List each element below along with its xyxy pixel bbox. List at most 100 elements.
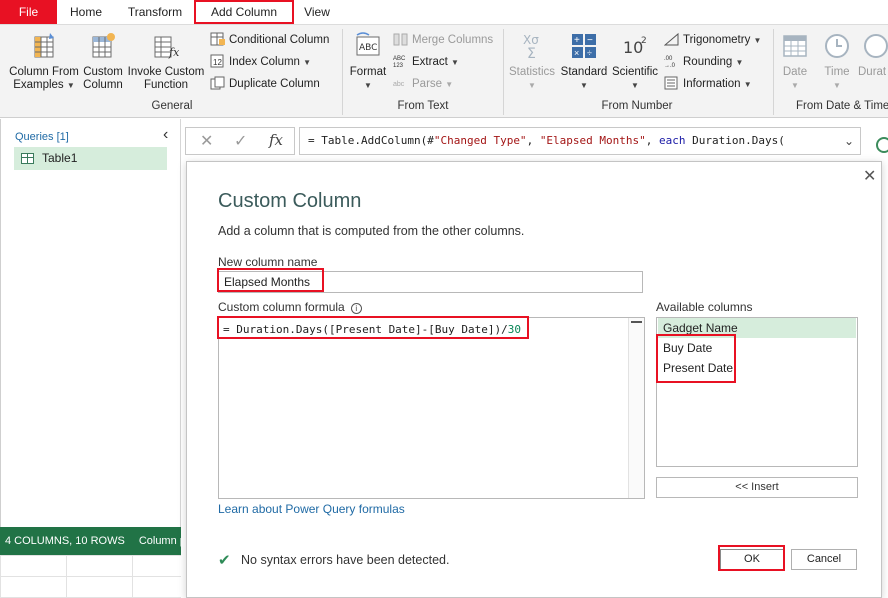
insert-button[interactable]: << Insert xyxy=(656,477,858,498)
custom-column-label-2: Column xyxy=(83,79,123,91)
list-item[interactable]: Buy Date xyxy=(658,338,856,358)
cancel-button[interactable]: Cancel xyxy=(791,549,857,570)
dialog-title: Custom Column xyxy=(218,190,362,212)
list-item[interactable]: Gadget Name xyxy=(658,318,856,338)
tab-home[interactable]: Home xyxy=(62,0,110,24)
statistics-icon: Xσ Σ xyxy=(523,33,539,62)
index-column-button[interactable]: 12 Index Column ▼ xyxy=(210,53,311,71)
close-icon[interactable]: ✕ xyxy=(863,166,876,186)
svg-text:→.0: →.0 xyxy=(664,63,676,68)
scientific-button[interactable]: 10 2 Scientific ▼ xyxy=(610,31,660,92)
formula-input[interactable]: = Table.AddColumn(#"Changed Type", "Elap… xyxy=(299,127,861,155)
cancel-formula-icon[interactable]: ✕ xyxy=(200,131,213,151)
column-from-examples-label-2: Examples ▼ xyxy=(13,79,75,91)
format-label: Format xyxy=(349,66,387,78)
new-column-name-input[interactable]: Elapsed Months xyxy=(218,271,643,293)
statistics-caret: ▼ xyxy=(528,81,536,90)
conditional-column-button[interactable]: Conditional Column xyxy=(210,31,329,49)
column-from-examples-icon xyxy=(34,33,54,58)
trigonometry-button[interactable]: Trigonometry ▼ xyxy=(664,31,761,49)
confirm-formula-icon[interactable]: ✓ xyxy=(234,131,247,151)
standard-operations-icon: + − × ÷ xyxy=(572,34,596,58)
statistics-label: Statistics xyxy=(508,66,555,78)
fx-icon[interactable]: fx xyxy=(269,131,283,149)
index-column-icon: 12 xyxy=(210,54,224,68)
date-button[interactable]: Date ▼ xyxy=(776,31,814,92)
status-summary: 4 COLUMNS, 10 ROWS xyxy=(5,535,125,547)
worksheet-grid xyxy=(0,555,181,598)
svg-text:−: − xyxy=(587,35,593,46)
standard-label: Standard xyxy=(560,66,608,78)
query-item-table1[interactable]: Table1 xyxy=(14,147,167,170)
formula-string-1: "Changed Type" xyxy=(433,134,527,147)
merge-columns-icon xyxy=(393,33,408,46)
format-button[interactable]: ABC Format ▼ xyxy=(347,31,389,92)
extract-icon: ABC123 xyxy=(393,56,406,68)
editor-scrollbar[interactable] xyxy=(628,318,644,498)
information-label: Information xyxy=(683,78,741,90)
settings-circle-icon[interactable] xyxy=(876,137,888,153)
ok-button[interactable]: OK xyxy=(720,549,784,570)
expand-formula-chevron-icon[interactable]: ⌄ xyxy=(844,128,854,154)
date-label: Date xyxy=(782,66,808,78)
queries-pane: Queries [1] ‹ Table1 xyxy=(0,119,181,527)
svg-text:abc: abc xyxy=(393,81,405,88)
statistics-button[interactable]: Xσ Σ Statistics ▼ xyxy=(507,31,557,92)
column-from-examples-label-1: Column From xyxy=(9,66,79,78)
formula-main-text: = Duration.Days([Present Date]-[Buy Date… xyxy=(223,323,508,336)
formula-label: Custom column formula i xyxy=(218,300,362,314)
svg-text:2: 2 xyxy=(641,36,647,46)
rounding-icon: .00→.0 xyxy=(664,56,676,68)
checkmark-icon: ✔ xyxy=(218,552,231,569)
invoke-custom-function-button[interactable]: fx Invoke Custom Function xyxy=(126,31,206,92)
tab-transform[interactable]: Transform xyxy=(122,0,188,24)
ribbon-separator xyxy=(342,29,343,115)
formula-sep-1: , xyxy=(526,134,540,147)
trigonometry-icon xyxy=(664,32,679,46)
duration-button[interactable]: Durat xyxy=(858,31,888,79)
tab-file[interactable]: File xyxy=(0,0,57,24)
list-item[interactable]: Present Date xyxy=(658,358,856,378)
svg-text:ABC: ABC xyxy=(359,43,377,53)
merge-columns-label: Merge Columns xyxy=(412,34,494,46)
extract-button[interactable]: ABC 123 Extract ▼ xyxy=(393,53,459,71)
rounding-label: Rounding xyxy=(683,56,733,68)
duration-label: Durat xyxy=(858,66,887,78)
information-icon xyxy=(664,76,678,90)
syntax-status-message: No syntax errors have been detected. xyxy=(241,553,450,567)
group-label-from-date-time: From Date & Time xyxy=(796,100,888,112)
formula-label-text: Custom column formula xyxy=(218,300,345,314)
extract-label: Extract xyxy=(412,56,448,68)
scientific-label: Scientific xyxy=(611,66,659,78)
info-icon[interactable]: i xyxy=(350,303,362,314)
duplicate-column-button[interactable]: Duplicate Column xyxy=(210,75,320,93)
rounding-button[interactable]: .00 →.0 Rounding ▼ xyxy=(664,53,743,71)
ribbon-separator xyxy=(503,29,504,115)
duration-icon xyxy=(864,34,888,58)
formula-sep-2: , xyxy=(645,134,660,147)
time-label: Time xyxy=(824,66,850,78)
group-label-general: General xyxy=(151,100,193,112)
tab-add-column[interactable]: Add Column xyxy=(194,0,294,24)
invoke-function-icon: fx xyxy=(154,36,180,59)
merge-columns-button[interactable]: Merge Columns xyxy=(393,31,493,49)
tab-view[interactable]: View xyxy=(299,0,335,24)
learn-formulas-link[interactable]: Learn about Power Query formulas xyxy=(218,502,405,516)
invoke-custom-function-label-2: Function xyxy=(143,79,189,91)
custom-formula-editor[interactable]: = Duration.Days([Present Date]-[Buy Date… xyxy=(218,317,645,499)
parse-button[interactable]: abc Parse ▼ xyxy=(393,75,453,93)
ribbon: Column From Examples ▼ Custom Column fx … xyxy=(0,24,888,118)
ribbon-separator xyxy=(773,29,774,115)
formula-number: 30 xyxy=(507,323,522,336)
table-icon xyxy=(21,153,34,164)
standard-caret: ▼ xyxy=(580,81,588,90)
time-button[interactable]: Time ▼ xyxy=(818,31,856,92)
column-from-examples-button[interactable]: Column From Examples ▼ xyxy=(6,31,82,92)
group-label-from-text: From Text xyxy=(397,100,449,112)
custom-column-button[interactable]: Custom Column xyxy=(82,31,124,92)
collapse-pane-icon[interactable]: ‹ xyxy=(163,126,168,144)
information-button[interactable]: Information ▼ xyxy=(664,75,752,93)
svg-text:×: × xyxy=(574,48,579,58)
standard-button[interactable]: + − × ÷ Standard ▼ xyxy=(558,31,610,92)
status-bar: 4 COLUMNS, 10 ROWS Column pr xyxy=(0,527,181,555)
